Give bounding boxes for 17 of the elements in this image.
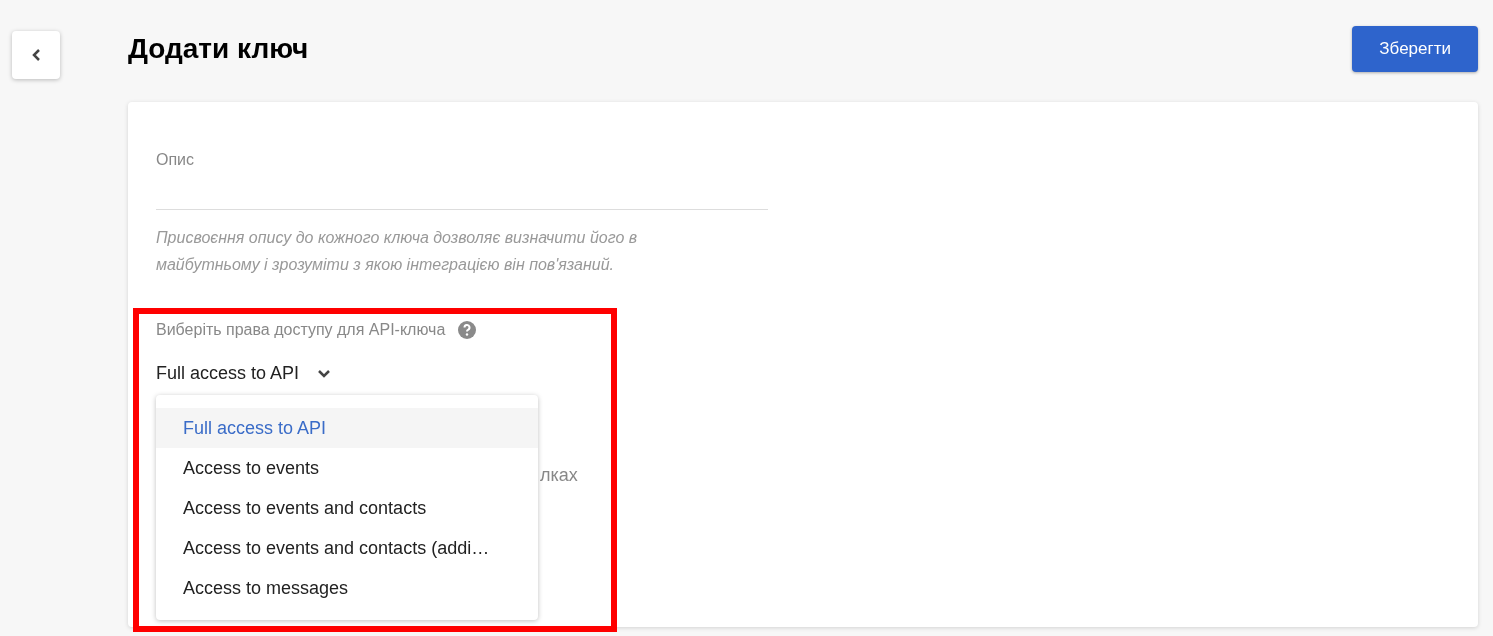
field-hint: Присвоєння опису до кожного ключа дозволяє визначити його в майбутньому і зрозуміти з якою інтеграцією він пов'язаний. (156, 228, 639, 275)
back-button[interactable] (12, 31, 60, 79)
hidden-text-fragment: лках (540, 465, 578, 485)
chevron-left-icon (31, 48, 41, 62)
dropdown-option[interactable]: Access to events and contacts (156, 488, 538, 528)
permissions-select[interactable]: Full access to API (156, 360, 332, 387)
chevron-down-icon (317, 368, 332, 379)
page-title: Додати ключ (128, 32, 309, 66)
dropdown-option[interactable]: Access to messages (156, 568, 538, 608)
permissions-label: Виберіть права доступу для API-ключа (156, 320, 446, 340)
save-button[interactable]: Зберегти (1352, 26, 1478, 72)
help-icon (457, 320, 478, 340)
description-field[interactable]: Опис (156, 148, 768, 210)
dropdown-option[interactable]: Access to events (156, 448, 538, 488)
field-label: Опис (156, 151, 195, 168)
dropdown-option[interactable]: Access to events and contacts (addi… (156, 528, 538, 568)
dropdown-option[interactable]: Full access to API (156, 408, 538, 448)
